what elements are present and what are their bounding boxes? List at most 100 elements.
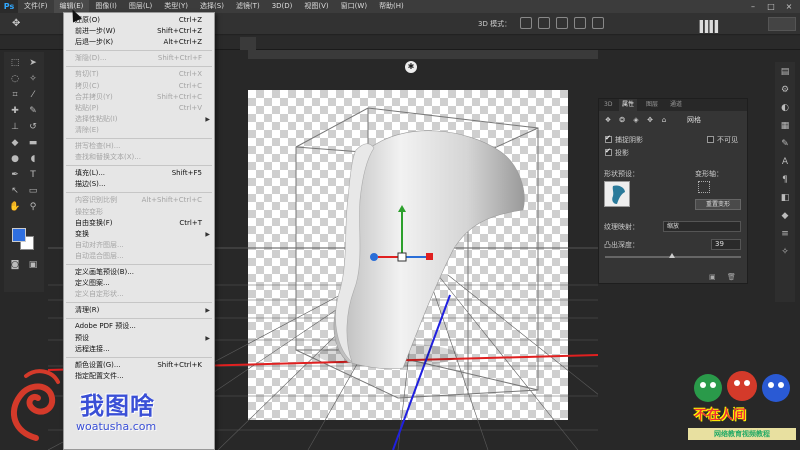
pan-icon[interactable] bbox=[556, 17, 568, 29]
adjustments-icon[interactable]: ◐ bbox=[779, 102, 791, 114]
layers-icon[interactable]: ◧ bbox=[779, 192, 791, 204]
3d-mode-icons bbox=[520, 17, 604, 29]
deform-axis-grid[interactable] bbox=[698, 181, 710, 193]
edit-menu-item[interactable]: 还原(O) Ctrl+Z bbox=[64, 15, 214, 26]
material-icon[interactable]: ⌂ bbox=[659, 115, 669, 125]
scale-icon[interactable] bbox=[592, 17, 604, 29]
edit-menu-item[interactable]: 前进一步(W) Shift+Ctrl+Z bbox=[64, 26, 214, 37]
invisible-checkbox[interactable] bbox=[707, 136, 714, 143]
orbit-icon[interactable] bbox=[520, 17, 532, 29]
shape-tool-icon[interactable]: ▭ bbox=[26, 184, 40, 198]
character-icon[interactable]: A bbox=[779, 156, 791, 168]
coordinates-icon[interactable]: ✥ bbox=[645, 115, 655, 125]
catch-shadows-checkbox[interactable] bbox=[605, 134, 612, 143]
magic-wand-icon[interactable]: ✧ bbox=[26, 72, 40, 86]
tab-3d[interactable]: 3D bbox=[601, 99, 615, 111]
photoshop-window: Ps 文件(F) 编辑(E) 图像(I) 图层(L) 类型(Y) 选择(S) 滤… bbox=[0, 0, 800, 450]
mesh-icon[interactable]: ❖ bbox=[603, 115, 613, 125]
dodge-tool-icon[interactable]: ◖ bbox=[26, 152, 40, 166]
menu-window[interactable]: 窗口(W) bbox=[335, 0, 373, 13]
menu-3d[interactable]: 3D(D) bbox=[266, 0, 299, 13]
marquee-tool-icon[interactable]: ⬚ bbox=[8, 56, 22, 70]
deform-icon[interactable]: ❂ bbox=[617, 115, 627, 125]
menu-help[interactable]: 帮助(H) bbox=[373, 0, 410, 13]
tools-panel: ⬚ ➤ ◌ ✧ ⌗ ⁄ ✚ ✎ ⊥ ↺ ◆ ▬ ● ◖ ✒ T ↖ ▭ ✋ ⚲ … bbox=[4, 52, 44, 292]
paths-icon[interactable]: ✧ bbox=[779, 246, 791, 258]
quick-mask-icon[interactable]: ◙ bbox=[8, 258, 22, 272]
screen-mode-icon[interactable]: ▣ bbox=[26, 258, 40, 272]
swatches-icon[interactable]: ▦ bbox=[779, 120, 791, 132]
edit-menu-item[interactable]: 清理(R) ▶ bbox=[64, 305, 214, 316]
menu-view[interactable]: 视图(V) bbox=[298, 0, 334, 13]
history-brush-icon[interactable]: ↺ bbox=[26, 120, 40, 134]
blur-tool-icon[interactable]: ● bbox=[8, 152, 22, 166]
edit-menu-item[interactable]: 描边(S)... bbox=[64, 179, 214, 190]
properties-icon[interactable]: ⚙ bbox=[779, 84, 791, 96]
zoom-tool-icon[interactable]: ⚲ bbox=[26, 200, 40, 214]
crop-tool-icon[interactable]: ⌗ bbox=[8, 88, 22, 102]
roll-icon[interactable] bbox=[538, 17, 550, 29]
shape-preset-thumbnail[interactable] bbox=[604, 181, 630, 207]
tab-channels[interactable]: 通道 bbox=[667, 99, 685, 111]
camera-view-icon[interactable]: ✱ bbox=[405, 61, 417, 73]
cast-shadows-checkbox[interactable] bbox=[605, 147, 612, 156]
history-icon[interactable]: ▤ bbox=[779, 66, 791, 78]
menu-file[interactable]: 文件(F) bbox=[18, 0, 54, 13]
extrusion-depth-slider-thumb[interactable] bbox=[669, 253, 675, 258]
3d-icon[interactable]: ◆ bbox=[779, 210, 791, 222]
foreground-color-swatch[interactable] bbox=[12, 228, 26, 242]
maximize-button[interactable]: □ bbox=[762, 0, 780, 13]
edit-menu-item[interactable]: 变换 ▶ bbox=[64, 229, 214, 240]
pen-tool-icon[interactable]: ✒ bbox=[8, 168, 22, 182]
eraser-tool-icon[interactable]: ◆ bbox=[8, 136, 22, 150]
edit-menu-item[interactable]: 定义画笔预设(B)... bbox=[64, 267, 214, 278]
edit-menu-item: 清除(E) bbox=[64, 125, 214, 136]
menu-filter[interactable]: 滤镜(T) bbox=[230, 0, 266, 13]
cartoon-heads-icon bbox=[694, 371, 790, 402]
close-button[interactable]: × bbox=[780, 0, 798, 13]
tab-layers[interactable]: 图层 bbox=[643, 99, 661, 111]
texture-mapping-select[interactable]: 缩放 bbox=[663, 221, 741, 232]
edit-menu-item[interactable]: 定义图案... bbox=[64, 278, 214, 289]
edit-menu-item[interactable]: 填充(L)... Shift+F5 bbox=[64, 168, 214, 179]
brush-icon[interactable]: ✎ bbox=[779, 138, 791, 150]
tab-properties[interactable]: 属性 bbox=[619, 99, 638, 111]
move-tool-icon[interactable]: ✥ bbox=[12, 18, 24, 30]
healing-brush-icon[interactable]: ✚ bbox=[8, 104, 22, 118]
reset-deform-button[interactable]: 重置变形 bbox=[695, 199, 741, 210]
type-tool-icon[interactable]: T bbox=[26, 168, 40, 182]
edit-menu-item[interactable]: Adobe PDF 预设... bbox=[64, 321, 214, 332]
hand-tool-icon[interactable]: ✋ bbox=[8, 200, 22, 214]
lasso-tool-icon[interactable]: ◌ bbox=[8, 72, 22, 86]
menu-item-shortcut: Ctrl+Z bbox=[178, 16, 202, 24]
cast-shadows-label: 投影 bbox=[615, 149, 629, 157]
edit-menu-item[interactable]: 远程连接... bbox=[64, 344, 214, 355]
minimize-button[interactable]: – bbox=[744, 0, 762, 13]
workspace-button[interactable] bbox=[768, 17, 796, 31]
document-tab[interactable] bbox=[240, 37, 256, 50]
menu-item-shortcut: Ctrl+C bbox=[178, 81, 202, 90]
path-select-icon[interactable]: ↖ bbox=[8, 184, 22, 198]
menu-item-label: 变换 bbox=[75, 229, 89, 238]
render-icon[interactable]: ▣ bbox=[709, 273, 717, 281]
edit-menu-item[interactable]: 自由变换(F) Ctrl+T bbox=[64, 218, 214, 229]
slide-icon[interactable] bbox=[574, 17, 586, 29]
trash-icon[interactable]: 🗑 bbox=[727, 273, 736, 281]
menu-item-label: 前进一步(W) bbox=[75, 27, 116, 36]
move-tool-icon[interactable]: ➤ bbox=[26, 56, 40, 70]
menu-item-shortcut: Shift+Ctrl+Z bbox=[157, 27, 202, 36]
extrusion-depth-input[interactable]: 39 bbox=[711, 239, 741, 250]
watermark-right: 不在人间 网络教育视频教程 bbox=[688, 368, 796, 446]
eyedropper-icon[interactable]: ⁄ bbox=[26, 88, 40, 102]
clone-stamp-icon[interactable]: ⊥ bbox=[8, 120, 22, 134]
edit-menu-item[interactable]: 后退一步(K) Alt+Ctrl+Z bbox=[64, 37, 214, 48]
channels-icon[interactable]: ≡ bbox=[779, 228, 791, 240]
menu-item-label: 清除(E) bbox=[75, 125, 99, 134]
paragraph-icon[interactable]: ¶ bbox=[779, 174, 791, 186]
gradient-tool-icon[interactable]: ▬ bbox=[26, 136, 40, 150]
menu-item-label: 合并拷贝(Y) bbox=[75, 92, 113, 101]
edit-menu-item[interactable]: 预设 ▶ bbox=[64, 333, 214, 344]
brush-tool-icon[interactable]: ✎ bbox=[26, 104, 40, 118]
menu-item-label: 预设 bbox=[75, 333, 89, 342]
cap-icon[interactable]: ◈ bbox=[631, 115, 641, 125]
